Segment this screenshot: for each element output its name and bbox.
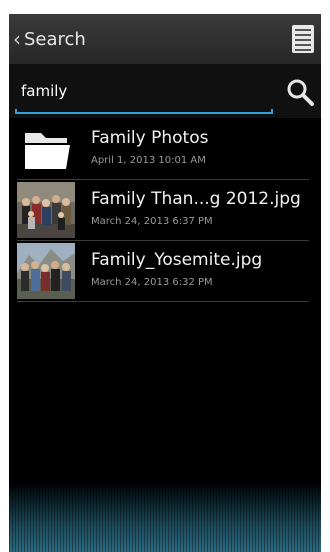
photo-thumbnail [17, 243, 75, 299]
item-date: March 24, 2013 6:32 PM [91, 277, 213, 288]
back-label: Search [24, 28, 86, 50]
item-date: April 1, 2013 10:01 AM [91, 155, 206, 166]
back-button[interactable]: ‹ Search [13, 26, 86, 52]
search-bar [9, 65, 321, 118]
folder-icon [25, 133, 70, 169]
search-input-underline [15, 109, 273, 114]
title-bar: ‹ Search [9, 14, 321, 65]
item-date: March 24, 2013 6:37 PM [91, 216, 213, 227]
chevron-left-icon: ‹ [13, 27, 21, 51]
search-icon[interactable] [285, 77, 315, 107]
background-glow [9, 482, 321, 552]
list-item[interactable]: Family Photos April 1, 2013 10:01 AM [17, 119, 309, 180]
photo-thumbnail [17, 182, 75, 238]
list-item[interactable]: Family Than...g 2012.jpg March 24, 2013 … [17, 180, 309, 241]
item-name: Family Than...g 2012.jpg [91, 189, 301, 209]
item-name: Family_Yosemite.jpg [91, 250, 263, 270]
list-item[interactable]: Family_Yosemite.jpg March 24, 2013 6:32 … [17, 241, 309, 302]
list-menu-icon[interactable] [292, 25, 314, 53]
screen: ‹ Search Family Photos April 1, 2013 10:… [9, 14, 321, 552]
item-name: Family Photos [91, 128, 209, 148]
results-list: Family Photos April 1, 2013 10:01 AM Fam… [9, 119, 321, 302]
search-input[interactable] [17, 77, 275, 105]
